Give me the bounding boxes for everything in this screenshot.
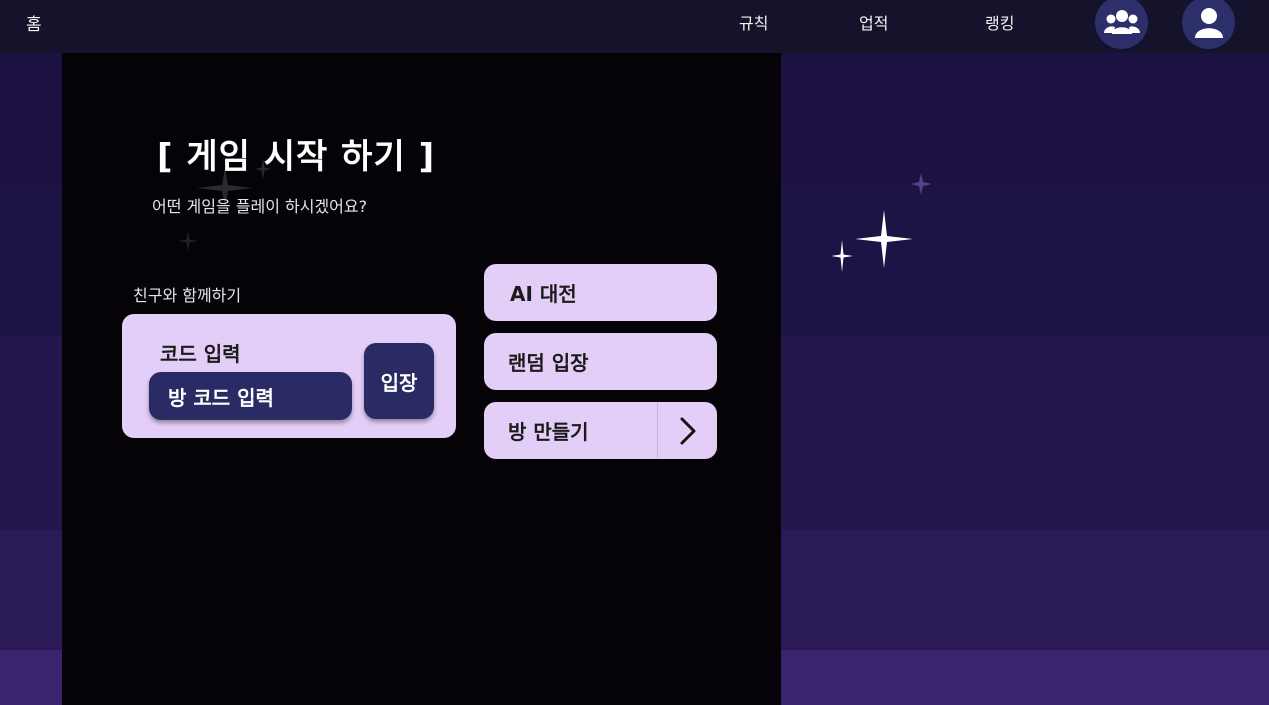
friends-section-label: 친구와 함께하기 bbox=[133, 286, 242, 305]
create-room-label: 방 만들기 bbox=[508, 420, 589, 444]
top-nav-bar: 홈 규칙 업적 랭킹 bbox=[0, 0, 1269, 53]
chevron-right-icon bbox=[680, 417, 695, 444]
nav-achievements-link[interactable]: 업적 bbox=[859, 10, 888, 34]
enter-button[interactable]: 입장 bbox=[364, 343, 434, 419]
friends-button[interactable] bbox=[1095, 0, 1148, 49]
nav-ranking-link[interactable]: 랭킹 bbox=[985, 10, 1014, 34]
sparkle-icon bbox=[855, 210, 913, 268]
create-room-arrow[interactable] bbox=[657, 402, 717, 459]
nav-rules-link[interactable]: 규칙 bbox=[739, 10, 768, 34]
page-subtitle: 어떤 게임을 플레이 하시겠어요? bbox=[152, 197, 368, 216]
code-entry-card: 코드 입력 방 코드 입력 입장 bbox=[122, 314, 456, 438]
sparkle-icon bbox=[179, 231, 197, 251]
ai-match-button[interactable]: AI 대전 bbox=[484, 264, 717, 321]
profile-button[interactable] bbox=[1182, 0, 1235, 49]
sparkle-icon bbox=[910, 173, 932, 195]
user-icon bbox=[1194, 7, 1223, 38]
sparkle-icon bbox=[831, 240, 853, 272]
users-icon bbox=[1103, 9, 1140, 34]
game-start-panel: [ 게임 시작 하기 ] 어떤 게임을 플레이 하시겠어요? 친구와 함께하기 … bbox=[62, 53, 781, 705]
create-room-button[interactable]: 방 만들기 bbox=[484, 402, 717, 459]
nav-home-link[interactable]: 홈 bbox=[26, 10, 42, 35]
room-code-input[interactable]: 방 코드 입력 bbox=[149, 372, 352, 420]
random-join-label: 랜덤 입장 bbox=[508, 351, 589, 375]
code-entry-label: 코드 입력 bbox=[160, 342, 241, 366]
ai-match-label: AI 대전 bbox=[510, 282, 577, 306]
page-title: [ 게임 시작 하기 ] bbox=[157, 137, 436, 177]
random-join-button[interactable]: 랜덤 입장 bbox=[484, 333, 717, 390]
